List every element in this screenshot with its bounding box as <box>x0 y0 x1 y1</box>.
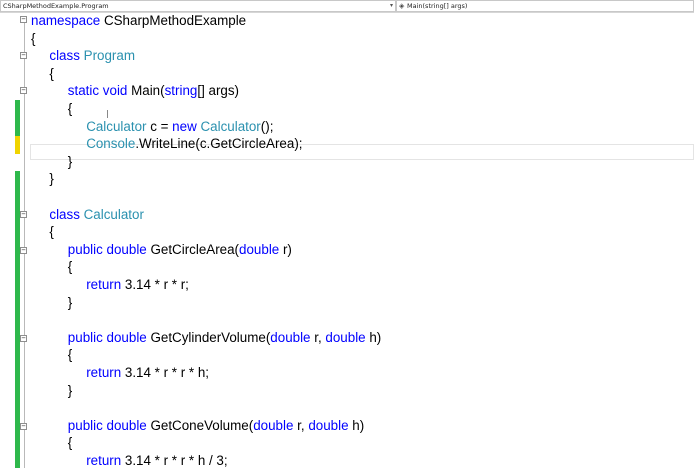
method-icon: ◈ <box>399 2 405 10</box>
collapse-toggle-class-program[interactable]: − <box>20 52 27 59</box>
keyword-token: return <box>86 277 122 292</box>
keyword-token: class <box>49 206 80 222</box>
code-line[interactable]: Calculator c = new Calculator(); <box>86 118 273 135</box>
code-line[interactable]: class Calculator <box>49 206 144 223</box>
code-line[interactable]: } <box>68 382 72 399</box>
keyword-token: double <box>106 417 147 433</box>
code-line[interactable]: return 3.14 * r * r * h / 3; <box>86 452 227 469</box>
keyword-token: double <box>239 241 280 257</box>
collapse-toggle-namespace[interactable]: − <box>20 16 27 23</box>
keyword-token: string <box>164 83 198 99</box>
keyword-token: new <box>172 118 197 134</box>
change-marker-unsaved <box>15 136 20 154</box>
code-token: { <box>67 259 73 275</box>
code-line[interactable]: namespace CSharpMethodExample <box>31 12 246 29</box>
code-line[interactable]: Console.WriteLine(c.GetCircleArea); <box>86 135 302 152</box>
keyword-token: double <box>106 329 147 345</box>
code-token: { <box>67 101 73 116</box>
type-token: Program <box>83 48 135 64</box>
keyword-token: double <box>270 329 311 345</box>
keyword-token: class <box>49 48 80 64</box>
type-dropdown[interactable]: CSharpMethodExample.Program ▾ <box>0 0 396 12</box>
code-line[interactable]: return 3.14 * r * r; <box>86 276 189 293</box>
code-token: } <box>67 294 73 310</box>
code-token: } <box>67 382 73 398</box>
code-token: c = <box>146 118 173 134</box>
keyword-token: return <box>86 453 122 468</box>
code-token: { <box>31 30 36 46</box>
code-line[interactable]: class Program <box>49 47 135 64</box>
code-token: (); <box>260 118 274 134</box>
code-line[interactable]: { <box>49 223 53 240</box>
keyword-token: namespace <box>31 13 101 28</box>
code-line[interactable]: { <box>68 434 72 451</box>
code-token: h) <box>365 329 382 345</box>
code-token: { <box>49 65 54 81</box>
code-line[interactable]: return 3.14 * r * r * h; <box>86 364 209 381</box>
keyword-token: double <box>325 329 366 345</box>
keyword-token: void <box>102 83 128 99</box>
code-line[interactable]: { <box>68 258 72 275</box>
code-line[interactable]: { <box>68 100 72 117</box>
code-token: } <box>49 171 54 187</box>
collapse-toggle-method-getconevolume[interactable]: − <box>20 423 27 430</box>
code-token: r) <box>279 241 292 257</box>
collapse-toggle-class-calculator[interactable]: − <box>20 211 27 218</box>
collapse-toggle-method-getcylindervolume[interactable]: − <box>20 335 27 342</box>
code-line[interactable]: public double GetCylinderVolume(double r… <box>68 329 381 346</box>
change-marker-saved <box>15 100 20 136</box>
code-token: GetCircleArea( <box>146 241 240 257</box>
chevron-down-icon: ▾ <box>389 2 393 9</box>
code-token: r, <box>293 417 309 433</box>
code-line[interactable]: } <box>68 294 72 311</box>
code-line[interactable]: public double GetCircleArea(double r) <box>68 241 292 258</box>
code-editor[interactable]: namespace CSharpMethodExample{class Prog… <box>0 13 694 468</box>
code-token: 3.14 * r * r; <box>121 277 189 292</box>
code-token: .WriteLine(c.GetCircleArea); <box>135 136 303 152</box>
type-token: Calculator <box>86 118 147 134</box>
member-dropdown[interactable]: ◈ Main(string[] args) <box>396 0 694 12</box>
keyword-token: double <box>106 241 147 257</box>
keyword-token: double <box>308 417 349 433</box>
code-token: CSharpMethodExample <box>100 13 247 28</box>
code-token: { <box>49 224 54 240</box>
code-token: { <box>67 347 73 363</box>
code-token: r, <box>310 329 326 345</box>
code-line[interactable]: { <box>49 65 53 82</box>
keyword-token: static <box>67 83 100 99</box>
code-token: { <box>67 435 73 451</box>
code-token: 3.14 * r * r * h / 3; <box>121 453 228 468</box>
type-dropdown-value: CSharpMethodExample.Program <box>3 2 109 10</box>
code-token: h) <box>348 417 365 433</box>
collapse-toggle-method-getcirclearea[interactable]: − <box>20 247 27 254</box>
code-token: 3.14 * r * r * h; <box>121 365 209 380</box>
code-line[interactable]: public double GetConeVolume(double r, do… <box>68 417 364 434</box>
type-token: Console <box>86 136 136 152</box>
member-dropdown-value: Main(string[] args) <box>407 2 468 10</box>
code-line[interactable]: { <box>68 346 72 363</box>
keyword-token: return <box>86 365 122 380</box>
keyword-token: double <box>253 417 294 433</box>
collapse-toggle-method-main[interactable]: − <box>20 87 27 94</box>
code-line[interactable]: static void Main(string[] args) <box>68 82 239 99</box>
keyword-token: public <box>67 241 103 257</box>
code-line[interactable]: } <box>68 153 72 170</box>
keyword-token: public <box>67 329 103 345</box>
code-token: Main( <box>127 83 165 99</box>
type-token: Calculator <box>83 206 144 222</box>
code-line[interactable]: { <box>31 30 35 47</box>
code-token: GetConeVolume( <box>146 417 254 433</box>
code-line[interactable]: } <box>49 170 53 187</box>
keyword-token: public <box>67 417 103 433</box>
code-token: GetCylinderVolume( <box>146 329 271 345</box>
type-token: Calculator <box>200 118 261 134</box>
code-token: } <box>67 153 73 169</box>
code-token: [] args) <box>197 83 240 99</box>
